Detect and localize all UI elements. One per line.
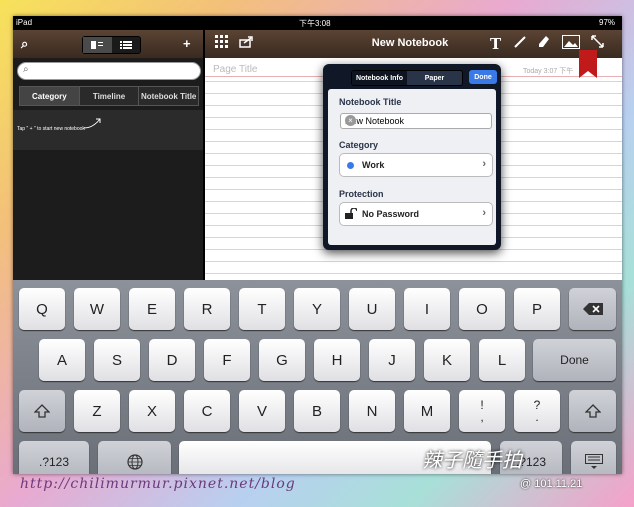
- key-comma-label: ,: [480, 410, 484, 424]
- popover-body: Notebook Title New Notebook × Category W…: [328, 89, 496, 245]
- grid-icon[interactable]: [215, 35, 228, 52]
- on-screen-keyboard: Q W E R T Y U I O P A S D F G H J K L Do…: [13, 280, 622, 474]
- key-t[interactable]: T: [239, 288, 285, 330]
- chevron-right-icon: ›: [482, 207, 486, 219]
- blog-url-watermark: http://chilimurmur.pixnet.net/blog: [20, 476, 296, 492]
- sort-tabs: Category Timeline Notebook Title: [19, 86, 199, 106]
- tab-notebook-info[interactable]: Notebook Info: [352, 71, 407, 85]
- key-n[interactable]: N: [349, 390, 395, 432]
- highlighter-tool-icon[interactable]: [537, 35, 551, 53]
- shift-key-left[interactable]: [19, 390, 65, 432]
- status-time: 下午3:08: [299, 19, 331, 28]
- numbers-key-left[interactable]: .?123: [19, 441, 89, 474]
- key-z[interactable]: Z: [74, 390, 120, 432]
- key-x[interactable]: X: [129, 390, 175, 432]
- hint-text: Tap " + " to start new notebook: [17, 126, 85, 132]
- search-icon[interactable]: ⌕: [21, 36, 28, 52]
- protection-value: No Password: [362, 209, 420, 219]
- category-label: Category: [339, 140, 379, 150]
- text-tool-icon[interactable]: T: [490, 35, 501, 53]
- protection-row[interactable]: No Password ›: [339, 202, 493, 226]
- key-f[interactable]: F: [204, 339, 250, 381]
- add-notebook-button[interactable]: +: [183, 36, 191, 51]
- key-v[interactable]: V: [239, 390, 285, 432]
- shift-key-right[interactable]: [569, 390, 616, 432]
- key-q[interactable]: Q: [19, 288, 65, 330]
- key-question-period[interactable]: ? .: [514, 390, 560, 432]
- page-title-placeholder[interactable]: Page Title: [213, 64, 257, 75]
- key-s[interactable]: S: [94, 339, 140, 381]
- key-o[interactable]: O: [459, 288, 505, 330]
- device-name: iPad: [16, 18, 33, 27]
- notebook-settings-popover: Notebook Info Paper Done Notebook Title …: [323, 64, 501, 250]
- signature-watermark: 辣子隨手拍: [422, 450, 522, 472]
- key-c[interactable]: C: [184, 390, 230, 432]
- popover-tabs: Notebook Info Paper: [351, 70, 463, 86]
- key-m[interactable]: M: [404, 390, 450, 432]
- key-y[interactable]: Y: [294, 288, 340, 330]
- protection-label: Protection: [339, 189, 384, 199]
- page-date: Today 3:07 下午: [523, 68, 574, 75]
- notebook-title-field[interactable]: New Notebook ×: [340, 113, 492, 129]
- globe-icon: [126, 454, 143, 470]
- done-key[interactable]: Done: [533, 339, 616, 381]
- globe-key[interactable]: [98, 441, 171, 474]
- key-j[interactable]: J: [369, 339, 415, 381]
- key-b[interactable]: B: [294, 390, 340, 432]
- share-icon[interactable]: [239, 35, 253, 52]
- shift-icon: [584, 404, 601, 418]
- key-h[interactable]: H: [314, 339, 360, 381]
- battery-level: 97%: [599, 18, 616, 27]
- key-period-label: .: [535, 410, 539, 424]
- category-color-icon: [347, 162, 354, 169]
- key-w[interactable]: W: [74, 288, 120, 330]
- search-input[interactable]: ⌕: [17, 62, 201, 80]
- notebook-title: New Notebook: [371, 37, 449, 49]
- shift-icon: [34, 404, 50, 418]
- hint-arrow-icon: [83, 118, 101, 129]
- unlock-icon: [345, 207, 358, 222]
- hide-keyboard-key[interactable]: [571, 441, 616, 474]
- key-k[interactable]: K: [424, 339, 470, 381]
- done-button[interactable]: Done: [469, 70, 497, 84]
- grid-view-icon[interactable]: [83, 37, 112, 53]
- tab-category[interactable]: Category: [20, 87, 80, 105]
- editor-toolbar: New Notebook T: [205, 30, 622, 58]
- key-g[interactable]: G: [259, 339, 305, 381]
- view-toggle[interactable]: [82, 36, 141, 54]
- clear-icon[interactable]: ×: [345, 115, 356, 126]
- key-r[interactable]: R: [184, 288, 230, 330]
- pen-tool-icon[interactable]: [513, 35, 527, 53]
- search-field-icon: ⌕: [23, 64, 29, 75]
- key-exclamation-comma[interactable]: ! ,: [459, 390, 505, 432]
- backspace-icon: [582, 303, 603, 315]
- date-watermark: @ 101.11.21: [520, 478, 583, 490]
- key-u[interactable]: U: [349, 288, 395, 330]
- key-a[interactable]: A: [39, 339, 85, 381]
- key-d[interactable]: D: [149, 339, 195, 381]
- key-l[interactable]: L: [479, 339, 525, 381]
- image-tool-icon[interactable]: [562, 35, 580, 53]
- left-toolbar: ⌕ +: [13, 30, 203, 58]
- tab-timeline[interactable]: Timeline: [80, 87, 140, 105]
- notebook-list-panel: ⌕ + ⌕ Category Timeline Notebook Title T…: [13, 30, 203, 280]
- ipad-screen: iPad 下午3:08 97% ⌕ + ⌕ Category Timeline …: [13, 16, 622, 474]
- key-e[interactable]: E: [129, 288, 175, 330]
- key-i[interactable]: I: [404, 288, 450, 330]
- hint-box: Tap " + " to start new notebook: [13, 110, 203, 150]
- chevron-right-icon: ›: [482, 158, 486, 170]
- backspace-key[interactable]: [569, 288, 616, 330]
- key-p[interactable]: P: [514, 288, 560, 330]
- fullscreen-icon[interactable]: [591, 35, 604, 52]
- category-row[interactable]: Work ›: [339, 153, 493, 177]
- tab-paper[interactable]: Paper: [407, 71, 462, 85]
- status-bar: iPad 下午3:08 97%: [13, 16, 622, 30]
- tab-notebook-title[interactable]: Notebook Title: [139, 87, 198, 105]
- notebook-title-label: Notebook Title: [339, 97, 402, 107]
- category-value: Work: [362, 160, 385, 170]
- keyboard-hide-icon: [584, 454, 603, 469]
- list-view-icon[interactable]: [112, 37, 141, 53]
